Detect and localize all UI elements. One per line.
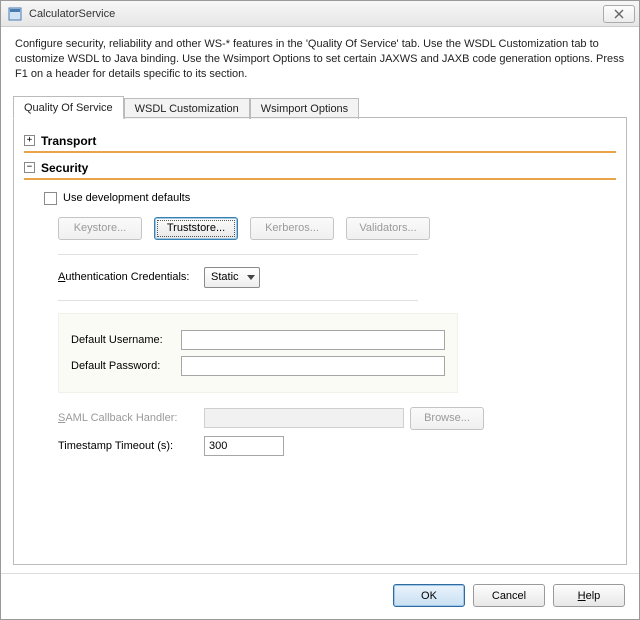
- expand-icon[interactable]: +: [24, 135, 35, 146]
- default-username-input[interactable]: [181, 330, 445, 350]
- divider: [24, 151, 616, 153]
- section-security-title: Security: [41, 161, 88, 175]
- divider: [24, 178, 616, 180]
- app-icon: [7, 6, 23, 22]
- section-security-body: Use development defaults Keystore... Tru…: [24, 188, 616, 468]
- titlebar: CalculatorService: [1, 1, 639, 27]
- tab-wsimport-options[interactable]: Wsimport Options: [250, 98, 359, 119]
- section-transport-header[interactable]: + Transport: [24, 134, 616, 148]
- collapse-icon[interactable]: −: [24, 162, 35, 173]
- use-defaults-row: Use development defaults: [44, 192, 610, 205]
- use-defaults-checkbox[interactable]: [44, 192, 57, 205]
- close-button[interactable]: [603, 5, 635, 23]
- use-defaults-label: Use development defaults: [63, 192, 190, 204]
- default-password-label: Default Password:: [71, 360, 175, 372]
- section-transport-title: Transport: [41, 134, 96, 148]
- timeout-row: Timestamp Timeout (s):: [58, 436, 610, 456]
- security-buttons-row: Keystore... Truststore... Kerberos... Va…: [58, 217, 610, 240]
- auth-credentials-select[interactable]: Static: [204, 267, 260, 288]
- saml-input: [204, 408, 404, 428]
- tab-wsdl-customization[interactable]: WSDL Customization: [124, 98, 250, 119]
- tab-bar: Quality Of Service WSDL Customization Ws…: [1, 94, 639, 118]
- help-button[interactable]: Help: [553, 584, 625, 607]
- chevron-down-icon: [247, 275, 255, 280]
- section-security-header[interactable]: − Security: [24, 161, 616, 175]
- validators-button[interactable]: Validators...: [346, 217, 430, 240]
- dialog: CalculatorService Configure security, re…: [0, 0, 640, 620]
- timeout-input[interactable]: [204, 436, 284, 456]
- tab-panel: + Transport − Security Use development d…: [13, 118, 627, 565]
- keystore-button[interactable]: Keystore...: [58, 217, 142, 240]
- kerberos-button[interactable]: Kerberos...: [250, 217, 334, 240]
- auth-credentials-group: Authentication Credentials: Static: [58, 254, 418, 301]
- default-username-label: Default Username:: [71, 334, 175, 346]
- truststore-button[interactable]: Truststore...: [154, 217, 238, 240]
- description-text: Configure security, reliability and othe…: [1, 27, 639, 94]
- default-password-input[interactable]: [181, 356, 445, 376]
- cancel-button[interactable]: Cancel: [473, 584, 545, 607]
- saml-row: SAML Callback Handler: Browse...: [58, 407, 610, 430]
- ok-button[interactable]: OK: [393, 584, 465, 607]
- timeout-label: Timestamp Timeout (s):: [58, 440, 198, 452]
- browse-button[interactable]: Browse...: [410, 407, 484, 430]
- auth-credentials-value: Static: [211, 271, 239, 283]
- dialog-footer: OK Cancel Help: [1, 573, 639, 619]
- saml-label: SAML Callback Handler:: [58, 412, 198, 424]
- credentials-box: Default Username: Default Password:: [58, 313, 458, 393]
- auth-credentials-label: Authentication Credentials:: [58, 271, 198, 283]
- close-icon: [613, 9, 625, 19]
- tab-quality-of-service[interactable]: Quality Of Service: [13, 96, 124, 119]
- window-title: CalculatorService: [29, 8, 115, 20]
